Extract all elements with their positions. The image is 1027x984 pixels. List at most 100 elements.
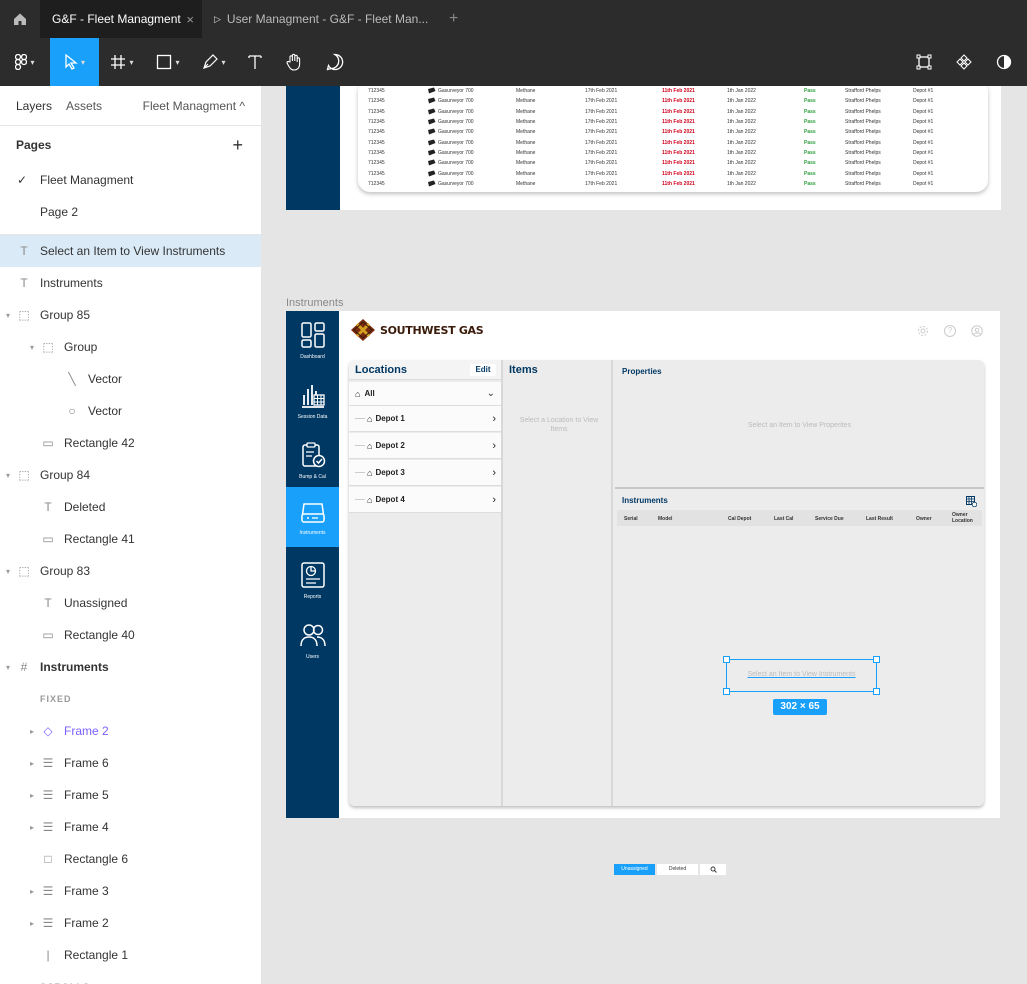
layer-row[interactable]: ▸ ☰ Frame 5: [0, 779, 261, 811]
components-button[interactable]: [944, 38, 984, 86]
layer-row[interactable]: ▾ ⬚ Group: [0, 331, 261, 363]
selection-box[interactable]: Select an Item to View Instruments: [726, 659, 877, 692]
instrument-icon: [427, 139, 436, 148]
pen-tool-button[interactable]: ▾: [191, 38, 237, 86]
layer-name: Group: [64, 340, 98, 354]
edit-button[interactable]: Edit: [470, 364, 496, 376]
resize-handle[interactable]: [723, 688, 730, 695]
chevron-right-icon[interactable]: ▸: [30, 887, 34, 896]
layer-row[interactable]: ▭ Rectangle 42: [0, 427, 261, 459]
chevron-right-icon[interactable]: ▸: [30, 823, 34, 832]
help-icon[interactable]: ?: [944, 325, 956, 337]
chevron-down-icon[interactable]: ▾: [6, 567, 10, 576]
tab-user-management[interactable]: ▷ User Managment - G&F - Fleet Man...: [202, 0, 437, 38]
table-row[interactable]: 712345 Gasurveyor 700 Methane 17th Feb 2021…: [368, 117, 978, 127]
table-row[interactable]: 712345 Gasurveyor 700 Methane 17th Feb 2021…: [368, 169, 978, 179]
table-row[interactable]: 712345 Gasurveyor 700 Methane 17th Feb 2021…: [368, 107, 978, 117]
table-frame[interactable]: 712345 Gasurveyor 700 Methane 17th Feb 2021…: [286, 86, 1001, 210]
comment-tool-button[interactable]: [315, 38, 355, 86]
layer-row[interactable]: ▸ ◇ Frame 2: [0, 715, 261, 747]
resize-handle[interactable]: [873, 688, 880, 695]
chevron-right-icon[interactable]: ▸: [30, 759, 34, 768]
tree-line: [355, 445, 365, 446]
layer-row[interactable]: ▸ ☰ Frame 4: [0, 811, 261, 843]
layer-row[interactable]: ▾ ⬚ Group 83: [0, 555, 261, 587]
unassigned-filter-button[interactable]: Unassigned: [614, 864, 655, 875]
chevron-down-icon[interactable]: ▾: [6, 663, 10, 672]
resize-handle[interactable]: [723, 656, 730, 663]
current-page-dropdown[interactable]: Fleet Managment ^: [143, 99, 245, 113]
layer-row[interactable]: ▸ ☰ Frame 6: [0, 747, 261, 779]
layer-row[interactable]: ○ Vector: [0, 395, 261, 427]
chevron-down-icon[interactable]: ▾: [6, 471, 10, 480]
nav-session-data[interactable]: Session Data: [286, 379, 339, 427]
chevron-right-icon[interactable]: ▸: [30, 727, 34, 736]
instrument-icon: [427, 128, 436, 137]
layer-row[interactable]: T Unassigned: [0, 587, 261, 619]
layer-row[interactable]: ▾ ⬚ Group 85: [0, 299, 261, 331]
add-page-button[interactable]: +: [232, 135, 243, 156]
search-icon[interactable]: [700, 864, 726, 875]
settings-icon[interactable]: [917, 325, 929, 337]
table-row[interactable]: 712345 Gasurveyor 700 Methane 17th Feb 2021…: [368, 148, 978, 158]
location-depot[interactable]: ⌂ Depot 1 ›: [349, 406, 501, 432]
nav-users[interactable]: Users: [286, 619, 339, 667]
layer-row[interactable]: ▸ ☰ Frame 2: [0, 907, 261, 939]
layer-row[interactable]: ╲ Vector: [0, 363, 261, 395]
chevron-right-icon[interactable]: ▸: [30, 791, 34, 800]
hand-tool-button[interactable]: [273, 38, 315, 86]
layer-row[interactable]: ▾ ⬚ Group 84: [0, 459, 261, 491]
layer-row[interactable]: ▭ Rectangle 40: [0, 619, 261, 651]
shape-tool-button[interactable]: ▾: [145, 38, 191, 86]
resize-handle[interactable]: [873, 656, 880, 663]
instrument-icon: [427, 87, 436, 96]
layer-row[interactable]: | Rectangle 1: [0, 939, 261, 971]
table-row[interactable]: 712345 Gasurveyor 700 Methane 17th Feb 2021…: [368, 138, 978, 148]
nav-dashboard[interactable]: Dashboard: [286, 319, 339, 367]
page-item-page-2[interactable]: Page 2: [0, 196, 261, 228]
layer-row[interactable]: T Deleted: [0, 491, 261, 523]
table-row[interactable]: 712345 Gasurveyor 700 Methane 17th Feb 2021…: [368, 86, 978, 96]
table-row[interactable]: 712345 Gasurveyor 700 Methane 17th Feb 2021…: [368, 179, 978, 189]
layer-row[interactable]: ▸ ☰ Frame 3: [0, 875, 261, 907]
move-tool-button[interactable]: ▾: [50, 38, 99, 86]
close-tab-icon[interactable]: ×: [186, 12, 194, 27]
layer-row[interactable]: ▭ Rectangle 41: [0, 523, 261, 555]
new-tab-button[interactable]: +: [437, 0, 470, 38]
tab-assets[interactable]: Assets: [66, 99, 102, 113]
main-menu-button[interactable]: ▾: [0, 38, 50, 86]
table-row[interactable]: 712345 Gasurveyor 700 Methane 17th Feb 2021…: [368, 127, 978, 137]
resources-button[interactable]: [904, 38, 944, 86]
location-all[interactable]: ⌂ All ⌄: [349, 382, 501, 406]
chevron-down-icon[interactable]: ▾: [6, 311, 10, 320]
frame-title[interactable]: Instruments: [286, 297, 343, 309]
nav-instruments[interactable]: Instruments: [286, 487, 339, 547]
table-cell: Pass: [804, 181, 816, 188]
table-row[interactable]: 712345 Gasurveyor 700 Methane 17th Feb 2021…: [368, 96, 978, 106]
tab-layers[interactable]: Layers: [16, 99, 52, 113]
nav-reports[interactable]: Reports: [286, 559, 339, 607]
layer-row[interactable]: T Instruments: [0, 267, 261, 299]
location-label: Depot 1: [375, 414, 405, 423]
table-row[interactable]: 712345 Gasurveyor 700 Methane 17th Feb 2021…: [368, 158, 978, 168]
layer-row[interactable]: □ Rectangle 6: [0, 843, 261, 875]
deleted-filter-button[interactable]: Deleted: [657, 864, 698, 875]
layer-row[interactable]: ▾ # Instruments: [0, 651, 261, 683]
chevron-down-icon[interactable]: ▾: [30, 343, 34, 352]
location-depot[interactable]: ⌂ Depot 2 ›: [349, 433, 501, 459]
nav-bump-cal[interactable]: Bump & Cal: [286, 439, 339, 487]
tab-fleet-management[interactable]: G&F - Fleet Managment ×: [40, 0, 202, 38]
layer-row[interactable]: T Select an Item to View Instruments: [0, 235, 261, 267]
page-item-fleet-management[interactable]: ✓ Fleet Managment: [0, 164, 261, 196]
home-icon[interactable]: [0, 0, 40, 38]
user-account-icon[interactable]: [971, 325, 983, 337]
design-canvas[interactable]: 712345 Gasurveyor 700 Methane 17th Feb 2021…: [263, 86, 1027, 984]
theme-toggle-button[interactable]: [984, 38, 1024, 86]
chevron-right-icon[interactable]: ▸: [30, 919, 34, 928]
frame-tool-button[interactable]: ▾: [99, 38, 145, 86]
instruments-frame[interactable]: Dashboard Session Data Bump & Cal Instru…: [286, 311, 1000, 818]
location-depot[interactable]: ⌂ Depot 4 ›: [349, 487, 501, 513]
text-tool-button[interactable]: [237, 38, 273, 86]
table-settings-icon[interactable]: [966, 496, 977, 507]
location-depot[interactable]: ⌂ Depot 3 ›: [349, 460, 501, 486]
